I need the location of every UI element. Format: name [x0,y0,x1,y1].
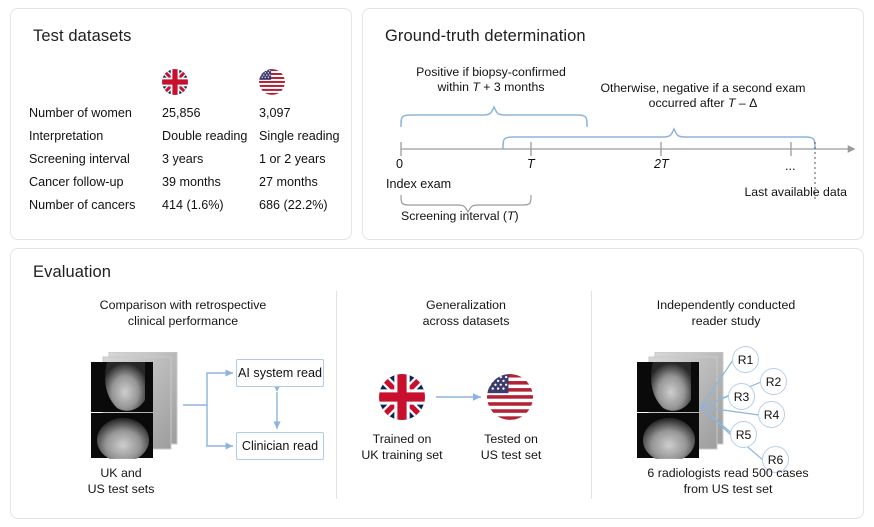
table-row: Number of women 25,856 3,097 [29,101,349,124]
reader-label: R2 [761,375,786,387]
reader-node-r5[interactable]: R5 [730,421,757,448]
reader-label: R3 [729,390,754,402]
table-row: Interpretation Double reading Single rea… [29,124,349,147]
reader-node-r1[interactable]: R1 [732,346,759,373]
panel-evaluation: Evaluation Comparison with retrospective… [10,248,864,519]
axis-label-ellipsis: ... [785,159,796,173]
figure-root: Test datasets [0,0,874,527]
row-value-uk: Double reading [162,124,259,147]
screening-interval-label: Screening interval (T) [401,209,519,224]
row-value-uk: 3 years [162,147,259,170]
page-title-test-datasets: Test datasets [33,27,132,46]
timeline-graphics [363,9,865,241]
caption-reader-study: 6 radiologists read 500 cases from US te… [603,465,853,497]
table-row: Cancer follow-up 39 months 27 months [29,170,349,193]
test-datasets-table: Number of women 25,856 3,097 Interpretat… [29,61,349,216]
row-value-us: Single reading [259,124,349,147]
axis-label-2T: 2T [654,157,669,171]
axis-label-T: T [527,157,535,171]
table-header-row [29,61,349,101]
row-label: Number of women [29,101,162,124]
caption-line2: from US test set [603,481,853,497]
row-value-uk: 414 (1.6%) [162,193,259,216]
us-flag-icon [259,61,349,101]
row-value-uk: 25,856 [162,101,259,124]
panel-test-datasets: Test datasets [10,8,352,240]
row-value-us: 1 or 2 years [259,147,349,170]
table-row: Number of cancers 414 (1.6%) 686 (22.2%) [29,193,349,216]
reader-node-r2[interactable]: R2 [760,368,787,395]
row-value-us: 686 (22.2%) [259,193,349,216]
row-value-us: 3,097 [259,101,349,124]
positive-window-brace [401,107,587,127]
row-label: Screening interval [29,147,162,170]
axis-label-0: 0 [396,157,403,171]
panel-ground-truth: Ground-truth determination Positive if b… [362,8,864,240]
table-row: Screening interval 3 years 1 or 2 years [29,147,349,170]
ground-truth-timeline: Positive if biopsy-confirmed within T + … [363,9,865,241]
reader-label: R1 [733,353,758,365]
row-value-us: 27 months [259,170,349,193]
negative-window-brace [503,129,815,149]
reader-label: R5 [731,428,756,440]
reader-label: R4 [759,408,784,420]
row-label: Cancer follow-up [29,170,162,193]
row-value-uk: 39 months [162,170,259,193]
reader-label: R6 [763,453,788,465]
reader-node-r3[interactable]: R3 [728,383,755,410]
last-available-data-label: Last available data [663,185,847,200]
reader-node-r4[interactable]: R4 [758,401,785,428]
caption-line1: 6 radiologists read 500 cases [603,465,853,481]
row-label: Interpretation [29,124,162,147]
index-exam-label: Index exam [386,177,451,191]
header-blank [29,61,162,101]
row-label: Number of cancers [29,193,162,216]
uk-flag-icon [162,61,259,101]
